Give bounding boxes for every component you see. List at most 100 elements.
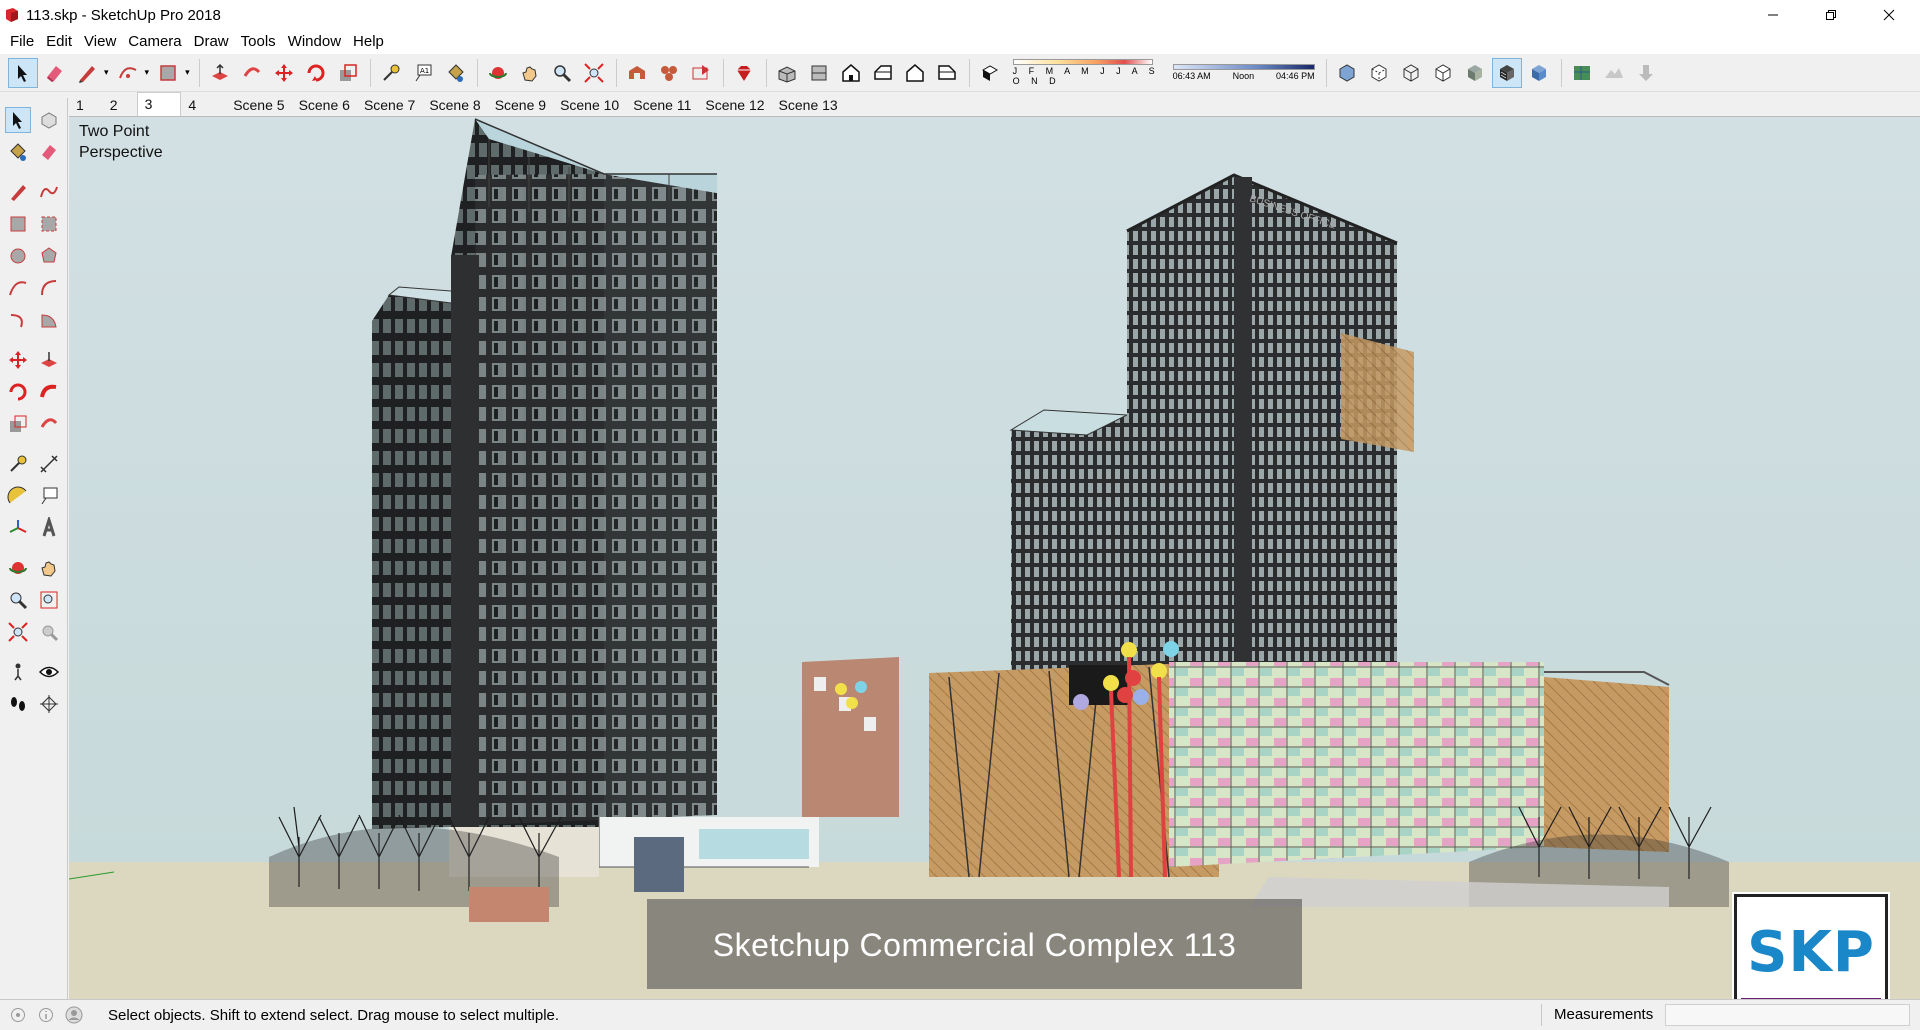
scene-tab-3[interactable]: 3 [136, 92, 182, 116]
scene-tab-8[interactable]: Scene 8 [422, 94, 487, 116]
palette-orbit-button[interactable] [5, 555, 31, 581]
shadows-toggle-button[interactable] [975, 58, 1005, 88]
palette-make-component-button[interactable] [36, 107, 62, 133]
top-view-button[interactable] [804, 58, 834, 88]
arc-tool-button[interactable] [113, 58, 143, 88]
palette-rectangle-button[interactable] [5, 211, 31, 237]
palette-3point-arc-button[interactable] [5, 307, 31, 333]
palette-eraser-button[interactable] [36, 139, 62, 165]
select-tool-button[interactable] [8, 57, 38, 88]
scene-tab-4[interactable]: 4 [181, 94, 226, 116]
palette-dimension-button[interactable] [36, 451, 62, 477]
palette-rotate-button[interactable] [5, 379, 31, 405]
iso-view-button[interactable] [772, 58, 802, 88]
zoom-extents-button[interactable] [579, 58, 609, 88]
menu-window[interactable]: Window [282, 31, 347, 53]
palette-tape-measure-button[interactable] [5, 451, 31, 477]
menu-camera[interactable]: Camera [122, 31, 187, 53]
front-view-button[interactable] [836, 58, 866, 88]
palette-section-plane-button[interactable] [36, 691, 62, 717]
paint-bucket-button[interactable] [440, 58, 470, 88]
menu-tools[interactable]: Tools [235, 31, 282, 53]
scene-tab-2[interactable]: 2 [103, 94, 125, 116]
scene-tab-7[interactable]: Scene 7 [357, 94, 422, 116]
scene-tab-13[interactable]: Scene 13 [772, 94, 845, 116]
monochrome-button[interactable] [1524, 58, 1554, 88]
pan-button[interactable] [515, 58, 545, 88]
3d-warehouse-button[interactable] [622, 58, 652, 88]
scene-tab-11[interactable]: Scene 11 [626, 94, 698, 116]
minimize-button[interactable] [1744, 0, 1802, 30]
hidden-line-button[interactable] [1428, 58, 1458, 88]
xray-style-button[interactable] [1332, 58, 1362, 88]
extension-warehouse-button[interactable] [729, 58, 759, 88]
palette-offset-button[interactable] [36, 411, 62, 437]
credits-status-button[interactable] [36, 1005, 56, 1025]
eraser-tool-button[interactable] [40, 58, 70, 88]
palette-circle-button[interactable] [5, 243, 31, 269]
palette-2point-arc-button[interactable] [36, 275, 62, 301]
palette-text-button[interactable] [36, 483, 62, 509]
palette-zoom-extents-button[interactable] [5, 619, 31, 645]
model-viewport[interactable]: BUSINESS OFFICE Two Point Perspective Sk… [69, 116, 1920, 999]
back-view-button[interactable] [900, 58, 930, 88]
palette-zoom-button[interactable] [5, 587, 31, 613]
menu-edit[interactable]: Edit [40, 31, 78, 53]
scene-tab-10[interactable]: Scene 10 [553, 94, 626, 116]
palette-freehand-button[interactable] [36, 179, 62, 205]
photo-textures-button[interactable] [1631, 58, 1661, 88]
scene-tab-1[interactable]: 1 [69, 94, 91, 116]
palette-follow-me-button[interactable] [36, 379, 62, 405]
palette-zoom-window-button[interactable] [36, 587, 62, 613]
palette-move-button[interactable] [5, 347, 31, 373]
palette-pan-button[interactable] [36, 555, 62, 581]
left-view-button[interactable] [932, 58, 962, 88]
menu-file[interactable]: File [4, 31, 40, 53]
wireframe-button[interactable] [1396, 58, 1426, 88]
palette-paint-bucket-button[interactable] [5, 139, 31, 165]
palette-pie-button[interactable] [36, 307, 62, 333]
offset-button[interactable] [237, 58, 267, 88]
toggle-terrain-button[interactable] [1599, 58, 1629, 88]
scene-tab-9[interactable]: Scene 9 [488, 94, 553, 116]
components-button[interactable] [654, 58, 684, 88]
rotate-button[interactable] [301, 58, 331, 88]
menu-draw[interactable]: Draw [188, 31, 235, 53]
scene-tab-5[interactable]: Scene 5 [226, 94, 291, 116]
move-button[interactable] [269, 58, 299, 88]
shaded-button[interactable] [1460, 58, 1490, 88]
palette-look-around-button[interactable] [36, 659, 62, 685]
restore-button[interactable] [1802, 0, 1860, 30]
share-model-button[interactable] [686, 58, 716, 88]
add-location-button[interactable] [1567, 58, 1597, 88]
scale-button[interactable] [333, 58, 363, 88]
geolocation-status-button[interactable] [8, 1005, 28, 1025]
palette-position-camera-button[interactable] [5, 659, 31, 685]
palette-protractor-button[interactable] [5, 483, 31, 509]
palette-previous-view-button[interactable] [36, 619, 62, 645]
palette-rotated-rectangle-button[interactable] [36, 211, 62, 237]
palette-walk-button[interactable] [5, 691, 31, 717]
palette-polygon-button[interactable] [36, 243, 62, 269]
tape-measure-button[interactable] [376, 58, 406, 88]
push-pull-button[interactable] [205, 58, 235, 88]
palette-select-button[interactable] [5, 107, 31, 133]
menu-help[interactable]: Help [347, 31, 390, 53]
palette-push-pull-button[interactable] [36, 347, 62, 373]
palette-scale-button[interactable] [5, 411, 31, 437]
line-tool-button[interactable] [72, 58, 102, 88]
menu-view[interactable]: View [78, 31, 122, 53]
scene-tab-12[interactable]: Scene 12 [698, 94, 771, 116]
shadow-month-slider[interactable]: J F M A M J J A S O N D [1012, 59, 1165, 86]
shaded-textures-button[interactable] [1491, 57, 1522, 88]
orbit-button[interactable] [483, 58, 513, 88]
back-edges-button[interactable] [1364, 58, 1394, 88]
account-status-button[interactable] [64, 1005, 84, 1025]
palette-3d-text-button[interactable] [36, 515, 62, 541]
scene-tab-6[interactable]: Scene 6 [292, 94, 357, 116]
zoom-button[interactable] [547, 58, 577, 88]
palette-axes-button[interactable] [5, 515, 31, 541]
close-button[interactable] [1860, 0, 1918, 30]
palette-line-button[interactable] [5, 179, 31, 205]
measurements-input[interactable] [1665, 1004, 1910, 1026]
